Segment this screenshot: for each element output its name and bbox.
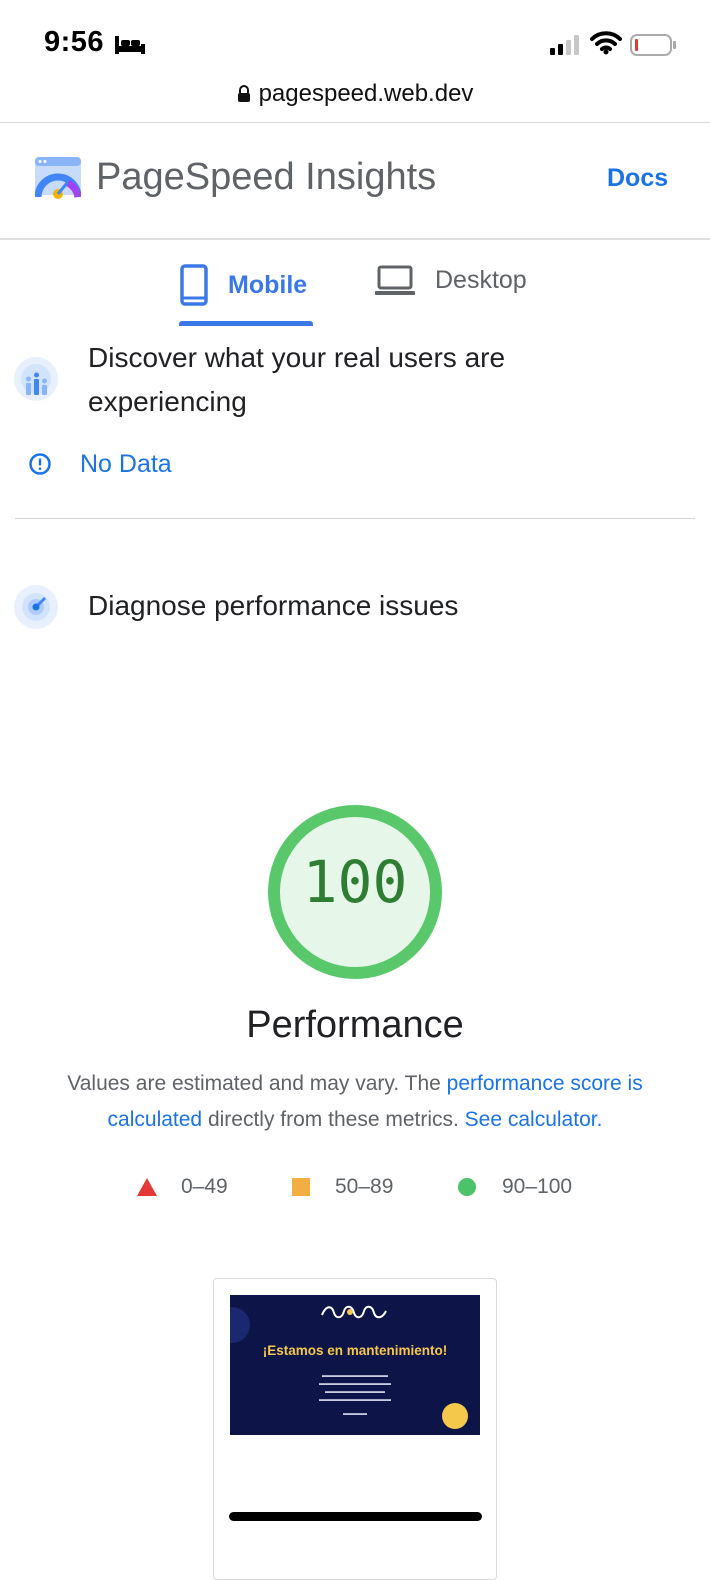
header-divider — [0, 238, 710, 240]
legend-average-label: 50–89 — [335, 1175, 394, 1198]
pass-circle-icon — [458, 1178, 476, 1196]
url-divider — [0, 122, 710, 123]
desc-text-middle: directly from these metrics. — [202, 1108, 465, 1131]
fail-triangle-icon — [137, 1178, 157, 1196]
docs-link[interactable]: Docs — [607, 164, 668, 193]
lock-icon — [237, 85, 250, 102]
wifi-icon — [590, 31, 622, 55]
field-data-title: Discover what your real users are experi… — [88, 342, 506, 417]
lab-data-title: Diagnose performance issues — [88, 590, 459, 621]
info-alert-icon — [29, 453, 51, 475]
maintenance-heading: ¡Estamos en mantenimiento! — [262, 1343, 448, 1358]
performance-score-value: 100 — [302, 848, 408, 916]
sleep-mode-icon — [115, 36, 145, 54]
tab-desktop-label: Desktop — [435, 265, 527, 294]
users-chart-icon — [14, 357, 58, 401]
status-time: 9:56 — [44, 26, 105, 58]
section-divider — [15, 518, 695, 519]
tab-mobile-label: Mobile — [228, 270, 308, 299]
performance-description: Values are estimated and may vary. The p… — [40, 1066, 670, 1138]
laptop-icon — [375, 265, 415, 295]
average-square-icon — [292, 1178, 310, 1196]
battery-icon — [630, 34, 676, 56]
final-screenshot-image: ¡Estamos en mantenimiento! ▬▬▬▬▬▬▬▬▬▬▬ ▬… — [230, 1295, 480, 1435]
maintenance-body-line: ▬▬▬▬▬▬▬▬▬▬▬ — [322, 1373, 388, 1379]
legend-fail-label: 0–49 — [181, 1175, 228, 1198]
cellular-signal-icon — [550, 35, 579, 55]
tab-desktop[interactable]: Desktop — [375, 264, 527, 296]
desc-text-prefix: Values are estimated and may vary. The — [67, 1072, 447, 1095]
see-calculator-link[interactable]: See calculator. — [465, 1108, 603, 1131]
url-bar[interactable]: pagespeed.web.dev — [0, 80, 710, 108]
site-logo-icon — [321, 1305, 387, 1319]
maintenance-body-line: ▬▬▬▬▬▬▬▬▬▬▬▬ — [319, 1381, 391, 1387]
decorative-circle-icon — [230, 1307, 250, 1343]
mobile-phone-icon — [180, 264, 208, 306]
active-tab-indicator — [179, 321, 313, 326]
maintenance-body-line: ▬▬▬▬▬▬▬▬▬▬ — [325, 1389, 385, 1395]
yellow-sun-decoration-icon — [442, 1403, 468, 1429]
url-text: pagespeed.web.dev — [258, 80, 474, 107]
performance-title: Performance — [246, 1004, 464, 1046]
legend-pass-label: 90–100 — [502, 1175, 573, 1198]
tab-mobile[interactable]: Mobile — [180, 264, 307, 306]
pagespeed-logo-icon — [35, 157, 81, 199]
no-data-status[interactable]: No Data — [80, 450, 172, 479]
app-title: PageSpeed Insights — [96, 156, 437, 198]
home-indicator[interactable] — [229, 1512, 482, 1521]
diagnose-gauge-icon — [14, 585, 58, 629]
